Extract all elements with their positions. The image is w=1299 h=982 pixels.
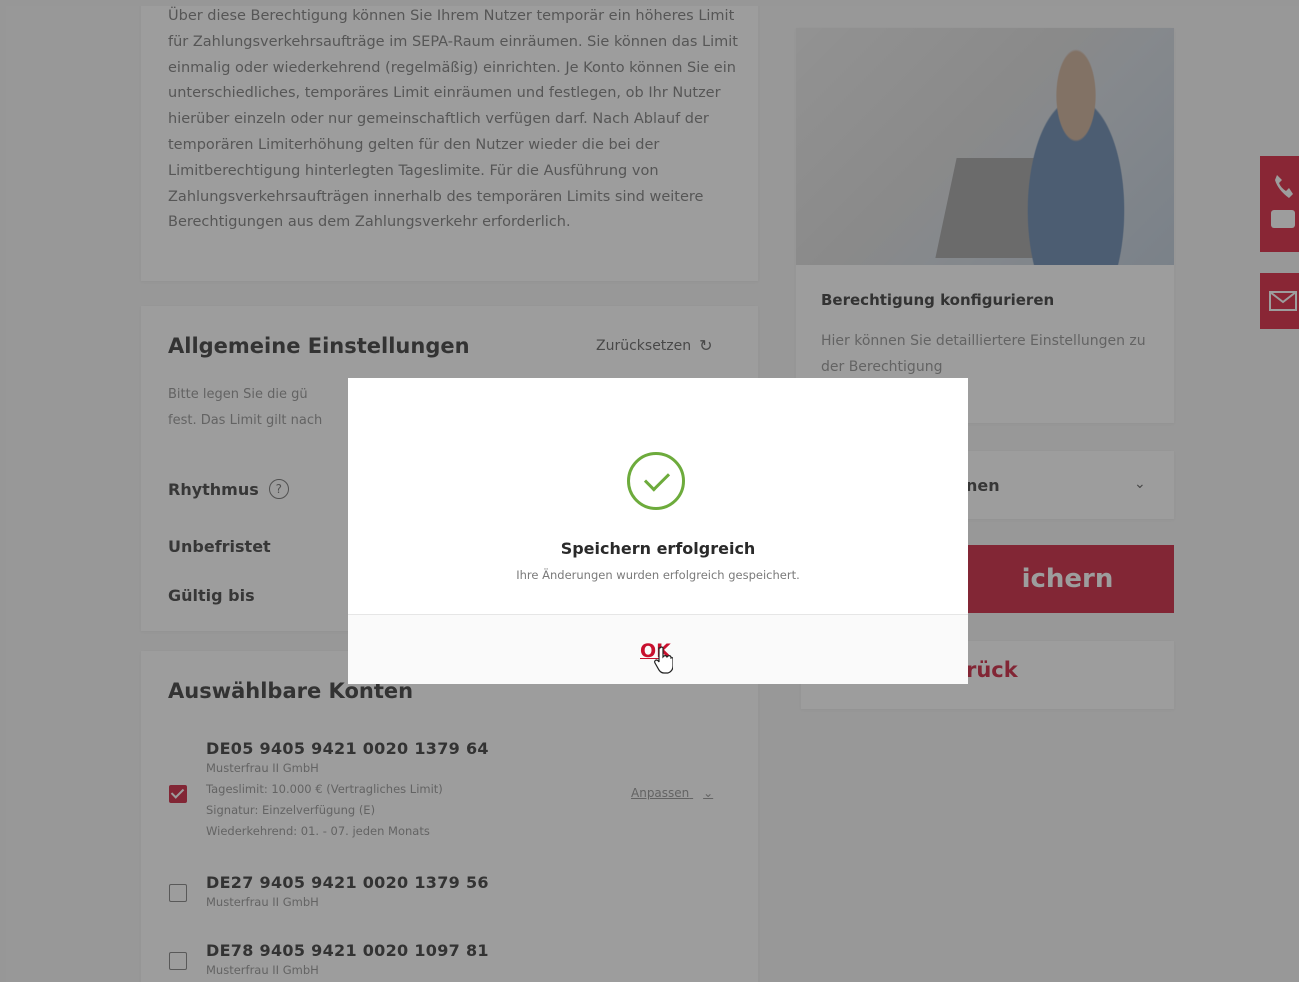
success-check-icon (627, 452, 685, 510)
hand-cursor-icon (654, 646, 673, 674)
dialog-message: Ihre Änderungen wurden erfolgreich gespe… (516, 568, 800, 582)
page-background: Über diese Berechtigung können Sie Ihrem… (0, 0, 1299, 982)
success-dialog: Speichern erfolgreich Ihre Änderungen wu… (348, 378, 968, 684)
dialog-title: Speichern erfolgreich (560, 539, 756, 558)
